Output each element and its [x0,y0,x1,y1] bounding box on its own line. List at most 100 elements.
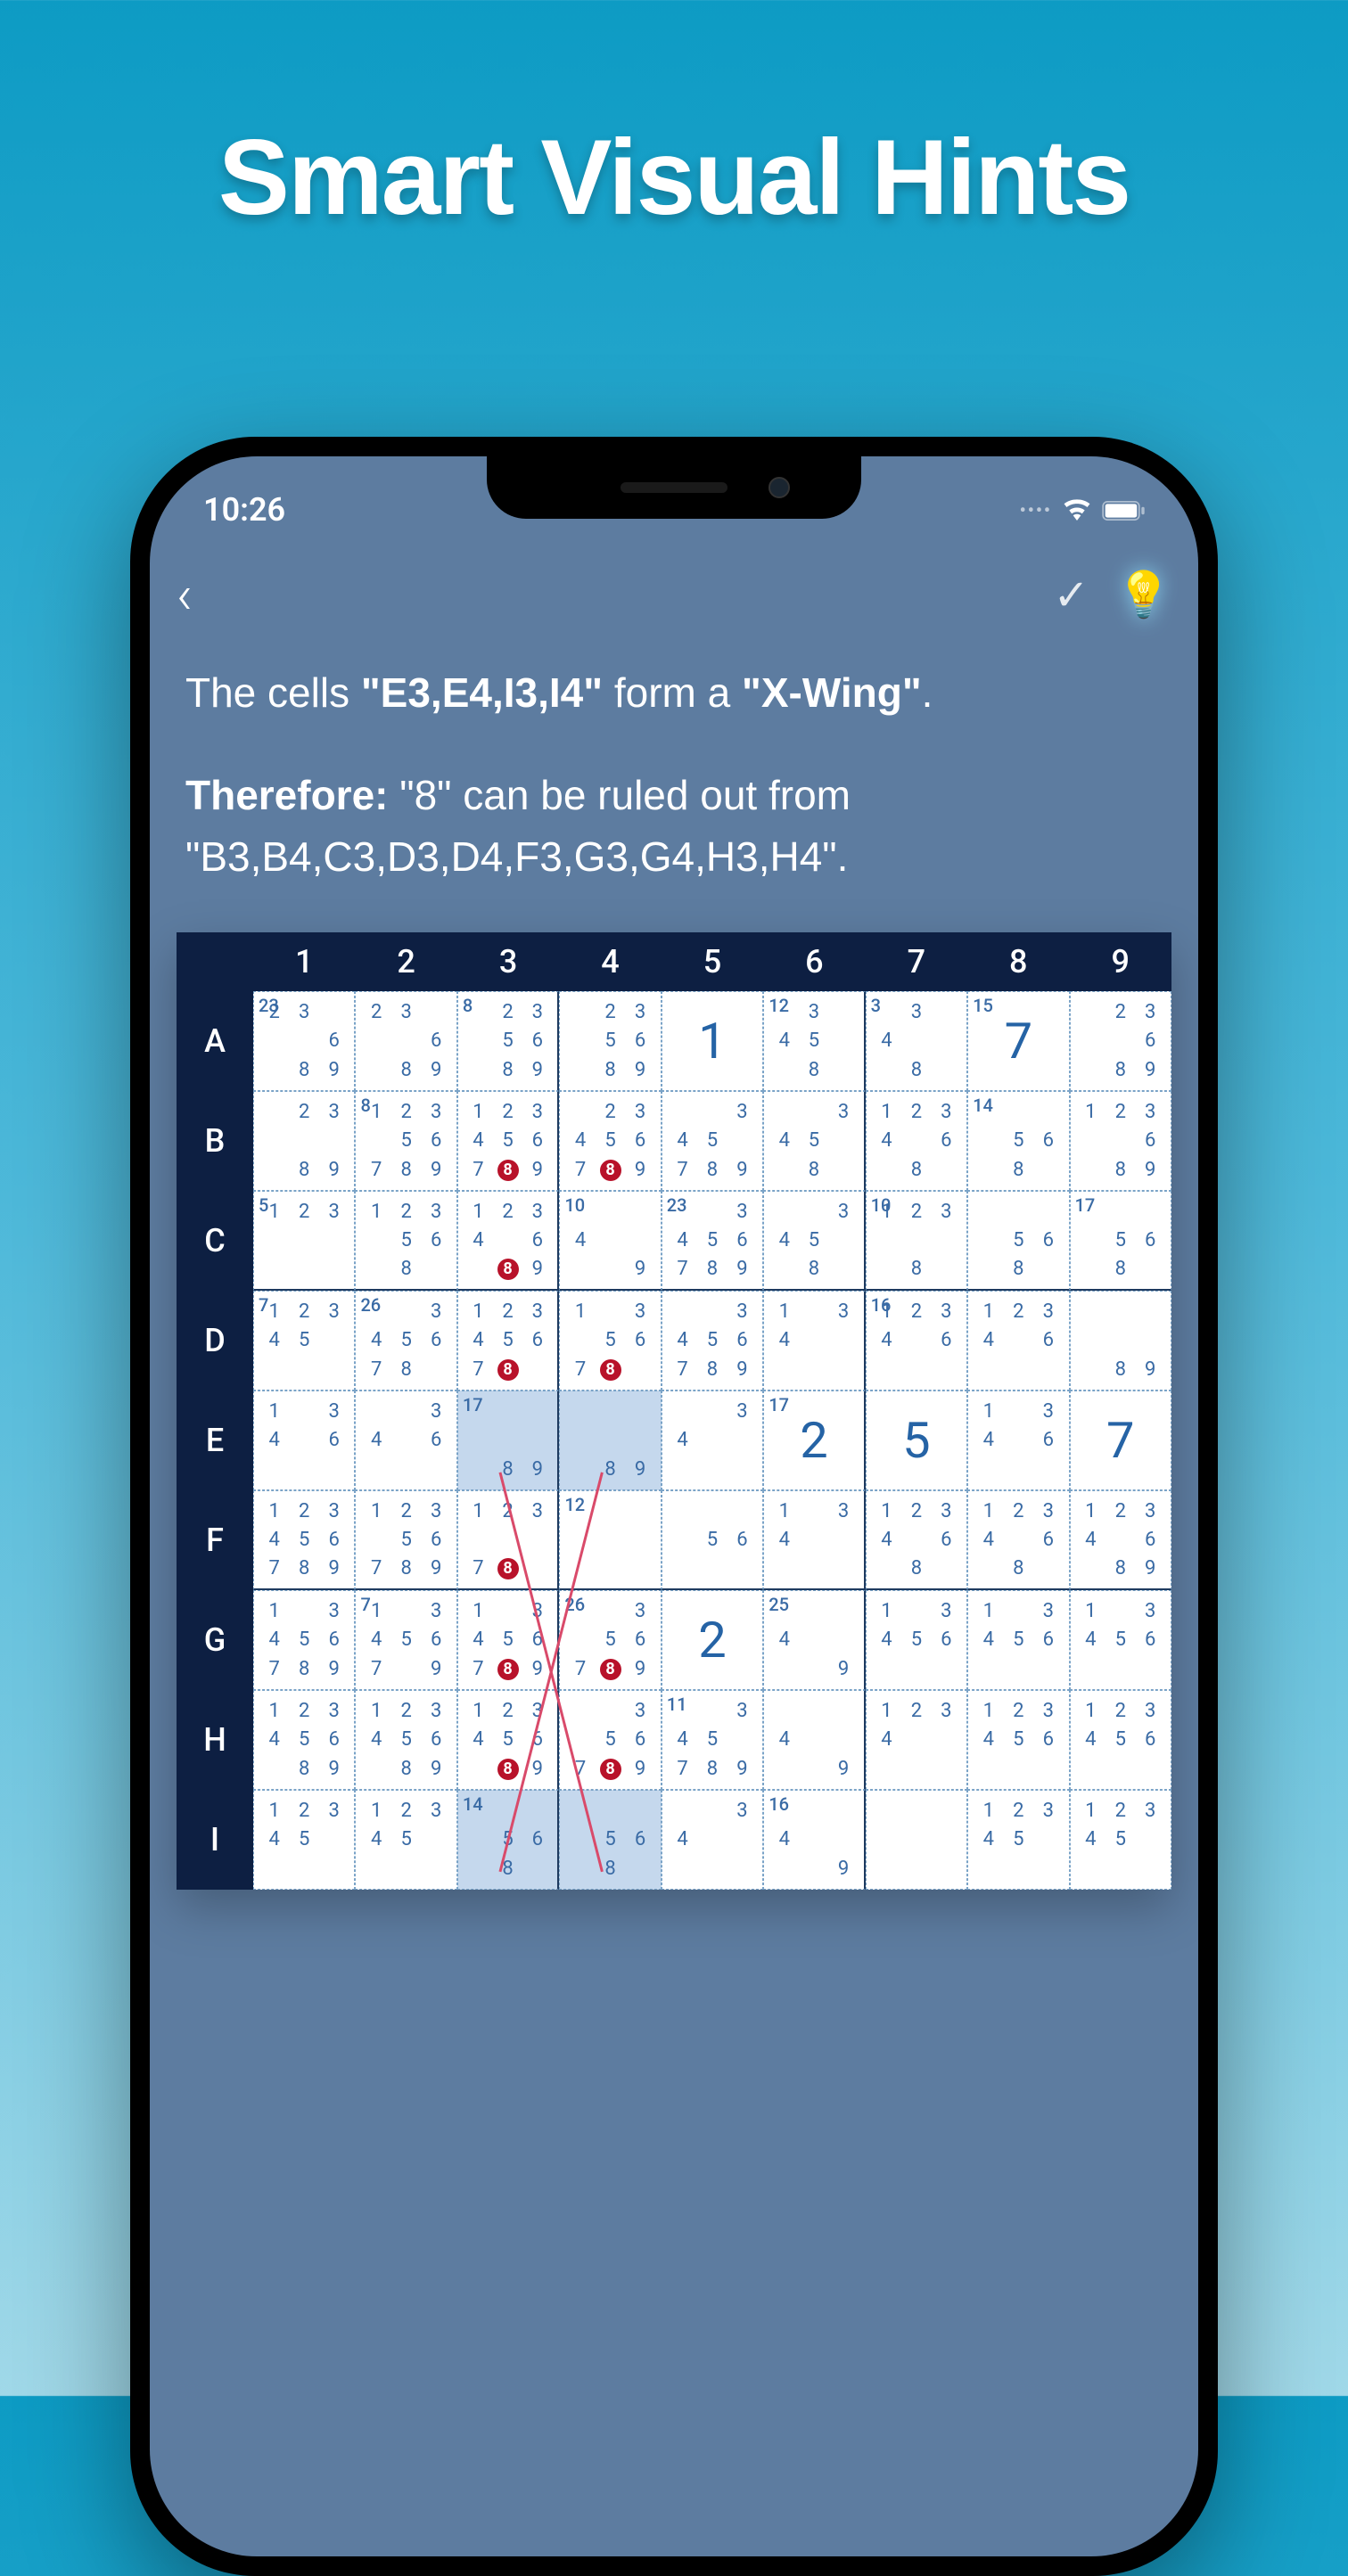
cell-G1[interactable]: 13456789 [253,1590,355,1690]
cell-E8[interactable]: 1346 [967,1391,1069,1490]
cell-F4[interactable]: 12 [559,1490,661,1590]
cell-C6[interactable]: 3458 [763,1191,865,1291]
cell-I3[interactable]: 14568 [457,1790,559,1890]
candidates: 23689 [356,992,456,1090]
cell-A8[interactable]: 157 [967,991,1069,1091]
cell-G7[interactable]: 13456 [866,1590,967,1690]
cell-H6[interactable]: 49 [763,1690,865,1790]
cell-F5[interactable]: 56 [662,1490,763,1590]
cell-C8[interactable]: 568 [967,1191,1069,1291]
cell-C7[interactable]: 101238 [866,1191,967,1291]
cell-D3[interactable]: 12345678 [457,1291,559,1391]
candidates: 13456 [968,1591,1068,1689]
cell-E9[interactable]: 7 [1070,1391,1171,1490]
cell-G5[interactable]: 2 [662,1590,763,1690]
candidates: 12345689 [254,1691,354,1789]
cell-A1[interactable]: 2323689 [253,991,355,1091]
cell-A2[interactable]: 23689 [355,991,456,1091]
cell-D8[interactable]: 12346 [967,1291,1069,1391]
cell-H7[interactable]: 1234 [866,1690,967,1790]
cell-A3[interactable]: 8235689 [457,991,559,1091]
cell-I6[interactable]: 1649 [763,1790,865,1890]
cell-B4[interactable]: 23456789 [559,1091,661,1191]
cell-F2[interactable]: 12356789 [355,1490,456,1590]
cell-I7[interactable] [866,1790,967,1890]
cell-D5[interactable]: 3456789 [662,1291,763,1391]
cell-F6[interactable]: 134 [763,1490,865,1590]
hint-bulb-icon[interactable]: 💡 [1116,570,1171,621]
cell-F8[interactable]: 123468 [967,1490,1069,1590]
cell-I5[interactable]: 34 [662,1790,763,1890]
cell-G6[interactable]: 2549 [763,1590,865,1690]
cage-number: 7 [360,1594,370,1615]
cell-B1[interactable]: 2389 [253,1091,355,1191]
cell-B2[interactable]: 812356789 [355,1091,456,1191]
check-icon[interactable]: ✓ [1054,570,1089,620]
cell-F9[interactable]: 1234689 [1070,1490,1171,1590]
cell-A6[interactable]: 123458 [763,991,865,1091]
candidates: 568 [968,1192,1068,1289]
cell-G3[interactable]: 13456789 [457,1590,559,1690]
cell-D9[interactable]: 89 [1070,1291,1171,1391]
cell-D6[interactable]: 134 [763,1291,865,1391]
eliminated-candidate: 8 [497,1160,519,1181]
cell-H1[interactable]: 12345689 [253,1690,355,1790]
candidates: 34 [662,1791,762,1889]
cell-A9[interactable]: 23689 [1070,991,1171,1091]
cellular-icon: •••• [1020,499,1052,521]
cell-C2[interactable]: 123568 [355,1191,456,1291]
cell-F3[interactable]: 12378 [457,1490,559,1590]
cell-B3[interactable]: 123456789 [457,1091,559,1191]
cell-F1[interactable]: 123456789 [253,1490,355,1590]
cell-H8[interactable]: 123456 [967,1690,1069,1790]
cell-D1[interactable]: 712345 [253,1291,355,1391]
cell-B7[interactable]: 123468 [866,1091,967,1191]
cell-B6[interactable]: 3458 [763,1091,865,1191]
cell-A7[interactable]: 3348 [866,991,967,1091]
cell-C1[interactable]: 5123 [253,1191,355,1291]
cell-E2[interactable]: 346 [355,1391,456,1490]
cell-H4[interactable]: 356789 [559,1690,661,1790]
cell-H3[interactable]: 12345689 [457,1690,559,1790]
back-icon[interactable]: ‹ [168,563,201,627]
cell-B9[interactable]: 123689 [1070,1091,1171,1191]
cage-number: 23 [259,995,279,1016]
eliminated-candidate: 8 [600,1359,621,1381]
cell-D2[interactable]: 26345678 [355,1291,456,1391]
cell-G4[interactable]: 26356789 [559,1590,661,1690]
col-header: 6 [763,943,865,980]
cell-E6[interactable]: 172 [763,1391,865,1490]
cell-F7[interactable]: 123468 [866,1490,967,1590]
cell-B5[interactable]: 345789 [662,1091,763,1191]
cell-B8[interactable]: 14568 [967,1091,1069,1191]
cell-D7[interactable]: 1612346 [866,1291,967,1391]
cell-I8[interactable]: 12345 [967,1790,1069,1890]
cell-G2[interactable]: 71345679 [355,1590,456,1690]
cell-E3[interactable]: 1789 [457,1391,559,1490]
candidates: 13456 [867,1591,966,1689]
cell-D4[interactable]: 135678 [559,1291,661,1391]
cell-I9[interactable]: 12345 [1070,1790,1171,1890]
cell-C5[interactable]: 233456789 [662,1191,763,1291]
cell-H9[interactable]: 123456 [1070,1690,1171,1790]
cell-G9[interactable]: 13456 [1070,1590,1171,1690]
cell-C9[interactable]: 17568 [1070,1191,1171,1291]
row-header: I [177,1790,253,1890]
cell-I4[interactable]: 568 [559,1790,661,1890]
col-header: 4 [559,943,661,980]
cell-E1[interactable]: 1346 [253,1391,355,1490]
cell-I2[interactable]: 12345 [355,1790,456,1890]
cell-E4[interactable]: 89 [559,1391,661,1490]
cell-H5[interactable]: 11345789 [662,1690,763,1790]
cell-E7[interactable]: 5 [866,1391,967,1490]
cell-C3[interactable]: 1234689 [457,1191,559,1291]
cell-A5[interactable]: 1 [662,991,763,1091]
cell-A4[interactable]: 235689 [559,991,661,1091]
cell-G8[interactable]: 13456 [967,1590,1069,1690]
cell-E5[interactable]: 34 [662,1391,763,1490]
row-header: F [177,1490,253,1590]
cell-C4[interactable]: 1049 [559,1191,661,1291]
cage-number: 26 [564,1594,585,1615]
cell-H2[interactable]: 12345689 [355,1690,456,1790]
cell-I1[interactable]: 12345 [253,1790,355,1890]
